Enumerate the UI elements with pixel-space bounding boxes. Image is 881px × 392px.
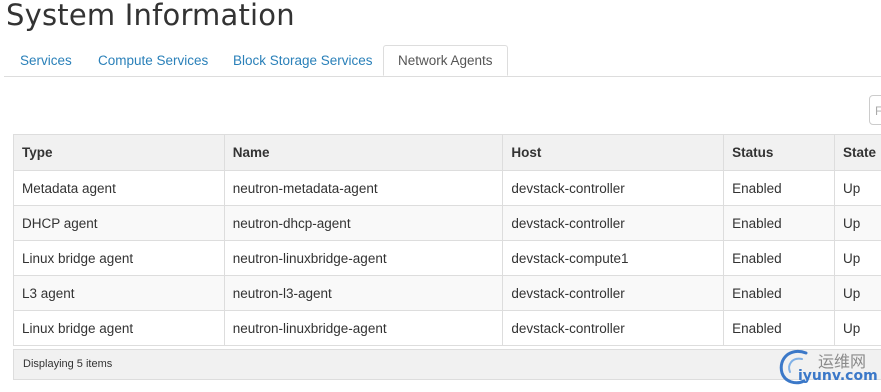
cell-state: Up [834,240,881,276]
cell-status: Enabled [723,240,835,276]
cell-host: devstack-controller [502,310,725,346]
cell-type: Metadata agent [13,170,225,206]
cell-host: devstack-controller [502,205,725,241]
column-header-status[interactable]: Status [723,134,835,171]
table-header-row: Type Name Host Status State [13,134,881,171]
column-header-type[interactable]: Type [13,134,225,171]
cell-name: neutron-metadata-agent [223,170,504,206]
tab-block-storage-services[interactable]: Block Storage Services [219,46,387,75]
cell-state: Up [834,310,881,346]
cell-state: Up [834,170,881,206]
cell-status: Enabled [723,310,835,346]
cell-host: devstack-controller [502,275,725,311]
cell-state: Up [834,275,881,311]
table-row: Linux bridge agent neutron-linuxbridge-a… [13,240,881,276]
filter-input[interactable]: F [869,95,881,125]
tab-services[interactable]: Services [6,46,86,75]
page-title: System Information [6,0,295,32]
table-footer-count: Displaying 5 items [13,349,881,380]
table-row: L3 agent neutron-l3-agent devstack-contr… [13,275,881,311]
cell-name: neutron-linuxbridge-agent [223,310,504,346]
table-row: Metadata agent neutron-metadata-agent de… [13,170,881,206]
table-row: DHCP agent neutron-dhcp-agent devstack-c… [13,205,881,241]
cell-name: neutron-dhcp-agent [223,205,504,241]
cell-name: neutron-l3-agent [223,275,504,311]
network-agents-table: Type Name Host Status State Metadata age… [13,134,881,346]
column-header-state[interactable]: State [834,134,881,171]
cell-type: L3 agent [13,275,225,311]
cell-host: devstack-compute1 [502,240,725,276]
watermark-logo: 运维网 iyunv.com [776,343,881,388]
cell-type: Linux bridge agent [13,240,225,276]
column-header-name[interactable]: Name [223,134,504,171]
column-header-host[interactable]: Host [502,134,725,171]
cell-name: neutron-linuxbridge-agent [223,240,504,276]
cell-type: DHCP agent [13,205,225,241]
cell-state: Up [834,205,881,241]
tab-bar: Services Compute Services Block Storage … [4,45,881,77]
cell-type: Linux bridge agent [13,310,225,346]
cell-status: Enabled [723,170,835,206]
cell-status: Enabled [723,275,835,311]
tab-compute-services[interactable]: Compute Services [84,46,222,75]
watermark-text-en: iyunv.com [798,368,878,384]
cell-status: Enabled [723,205,835,241]
table-row: Linux bridge agent neutron-linuxbridge-a… [13,310,881,346]
tab-network-agents[interactable]: Network Agents [383,45,508,76]
cell-host: devstack-controller [502,170,725,206]
